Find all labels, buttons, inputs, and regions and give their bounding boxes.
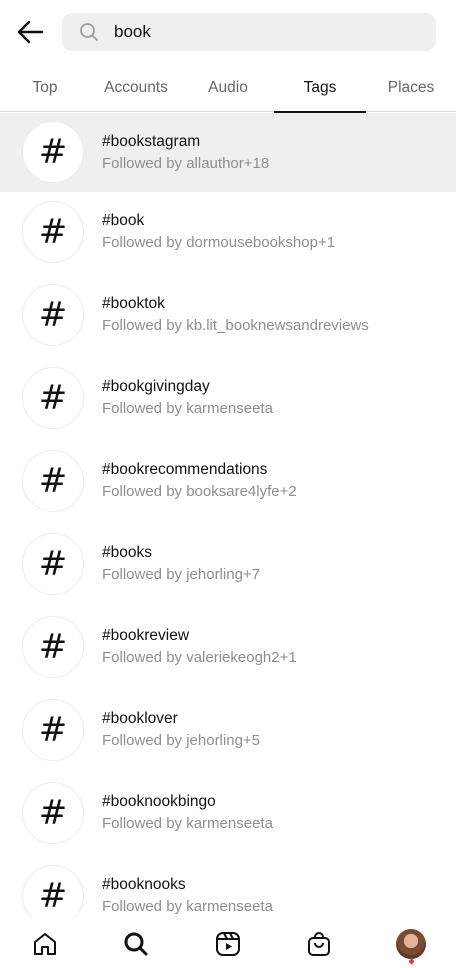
- tag-followers: Followed by karmenseeta: [102, 400, 273, 417]
- list-item[interactable]: # #bookgivingday Followed by karmenseeta: [0, 358, 456, 441]
- search-icon: [78, 21, 100, 43]
- list-item[interactable]: # #bookrecommendations Followed by books…: [0, 441, 456, 524]
- tab-places[interactable]: Places: [366, 64, 456, 112]
- list-item[interactable]: # #book Followed by dormousebookshop+1: [0, 192, 456, 275]
- tag-name: #books: [102, 544, 152, 561]
- tag-name: #bookrecommendations: [102, 461, 268, 478]
- nav-search[interactable]: [116, 924, 156, 964]
- tag-followers: Followed by karmenseeta: [102, 898, 273, 915]
- tab-audio[interactable]: Audio: [182, 64, 274, 112]
- list-item[interactable]: # #booknooks Followed by karmenseeta: [0, 856, 456, 918]
- arrow-left-icon: [17, 20, 44, 44]
- tag-followers: Followed by booksare4lyfe+2: [102, 483, 297, 500]
- list-item[interactable]: # #booktok Followed by kb.lit_booknewsan…: [0, 275, 456, 358]
- tab-top[interactable]: Top: [0, 64, 90, 112]
- tag-name: #bookgivingday: [102, 378, 210, 395]
- bottom-nav: [0, 918, 456, 968]
- tag-results-list: # #bookstagram Followed by allauthor+18 …: [0, 113, 456, 918]
- tag-name: #bookreview: [102, 627, 190, 644]
- search-bar[interactable]: [62, 13, 436, 51]
- tag-followers: Followed by kb.lit_booknewsandreviews: [102, 317, 369, 334]
- notification-dot: [409, 959, 414, 964]
- back-button[interactable]: [12, 14, 48, 50]
- hashtag-icon: #: [22, 201, 84, 263]
- tab-tags[interactable]: Tags: [274, 64, 366, 113]
- hashtag-icon: #: [22, 782, 84, 844]
- search-tabs: Top Accounts Audio Tags Places: [0, 64, 456, 113]
- hashtag-icon: #: [22, 367, 84, 429]
- hashtag-icon: #: [22, 616, 84, 678]
- tag-name: #booknooks: [102, 876, 186, 893]
- nav-profile[interactable]: [391, 924, 431, 964]
- tab-accounts[interactable]: Accounts: [90, 64, 182, 112]
- hashtag-icon: #: [22, 699, 84, 761]
- tag-name: #booktok: [102, 295, 165, 312]
- search-icon: [124, 932, 148, 956]
- reels-icon: [216, 932, 240, 956]
- nav-shop[interactable]: [299, 924, 339, 964]
- list-item[interactable]: # #bookstagram Followed by allauthor+18: [0, 113, 456, 192]
- tag-followers: Followed by allauthor+18: [102, 155, 270, 172]
- hashtag-icon: #: [22, 284, 84, 346]
- home-icon: [34, 933, 56, 955]
- tag-name: #booklover: [102, 710, 178, 727]
- search-header: [0, 0, 456, 64]
- tag-name: #bookstagram: [102, 133, 201, 150]
- hashtag-icon: #: [22, 450, 84, 512]
- shopping-bag-icon: [308, 932, 330, 956]
- list-item[interactable]: # #books Followed by jehorling+7: [0, 524, 456, 607]
- profile-avatar: [396, 929, 426, 959]
- list-item[interactable]: # #booknookbingo Followed by karmenseeta: [0, 773, 456, 856]
- tag-followers: Followed by karmenseeta: [102, 815, 273, 832]
- tag-followers: Followed by jehorling+7: [102, 566, 261, 583]
- nav-home[interactable]: [25, 924, 65, 964]
- hashtag-icon: #: [22, 533, 84, 595]
- hashtag-icon: #: [22, 865, 84, 918]
- tag-followers: Followed by valeriekeogh2+1: [102, 649, 297, 666]
- hashtag-icon: #: [22, 121, 84, 183]
- tag-name: #booknookbingo: [102, 793, 216, 810]
- list-item[interactable]: # #bookreview Followed by valeriekeogh2+…: [0, 607, 456, 690]
- tag-followers: Followed by jehorling+5: [102, 732, 261, 749]
- nav-reels[interactable]: [208, 924, 248, 964]
- tag-followers: Followed by dormousebookshop+1: [102, 234, 336, 251]
- search-input[interactable]: [114, 22, 414, 42]
- tag-name: #book: [102, 212, 145, 229]
- list-item[interactable]: # #booklover Followed by jehorling+5: [0, 690, 456, 773]
